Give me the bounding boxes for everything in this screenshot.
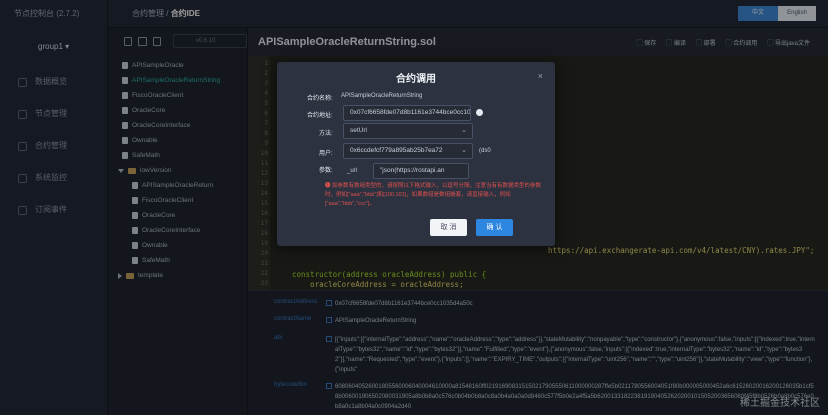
close-icon[interactable]: ×: [538, 71, 543, 81]
user-suffix: (ds0: [479, 148, 491, 154]
method-select[interactable]: setUrl ⌄: [343, 123, 473, 139]
chevron-down-icon: ⌄: [461, 147, 467, 154]
param-format-warning: ❶ 如参数有数组类型的，请按照以下格式输入，以逗号分隔，注意当有有数据类型的参数…: [325, 183, 542, 207]
watermark: 稀土掘金技术社区: [740, 398, 820, 409]
info-icon[interactable]: [476, 109, 483, 116]
contract-name-value: APISampleOracleReturnString: [341, 93, 423, 99]
contract-name-label: 合约名称:: [307, 96, 333, 102]
user-select-value: 0x6ccdefcf779a895ab25b7ea72: [350, 147, 443, 154]
contract-address-field[interactable]: 0x07cf6658fde07d8b1161e3744bce0cc1035d4a…: [343, 105, 471, 121]
contract-address-label: 合约地址:: [307, 113, 333, 119]
method-select-value: setUrl: [350, 127, 367, 134]
user-label: 用户:: [319, 151, 333, 157]
dialog-title: 合约调用: [396, 74, 436, 85]
chevron-down-icon: ⌄: [461, 127, 467, 134]
param-label: 参数:: [319, 168, 333, 174]
contract-call-dialog: 合约调用 × 合约名称: APISampleOracleReturnString…: [277, 62, 555, 246]
param-url-input[interactable]: "json(https://rostapi.an: [373, 163, 469, 179]
method-label: 方法:: [319, 131, 333, 137]
user-select[interactable]: 0x6ccdefcf779a895ab25b7ea72 ⌄: [343, 143, 473, 159]
confirm-button[interactable]: 确 认: [476, 219, 513, 236]
cancel-button[interactable]: 取 消: [430, 219, 467, 236]
param-type: _url: [347, 168, 358, 174]
